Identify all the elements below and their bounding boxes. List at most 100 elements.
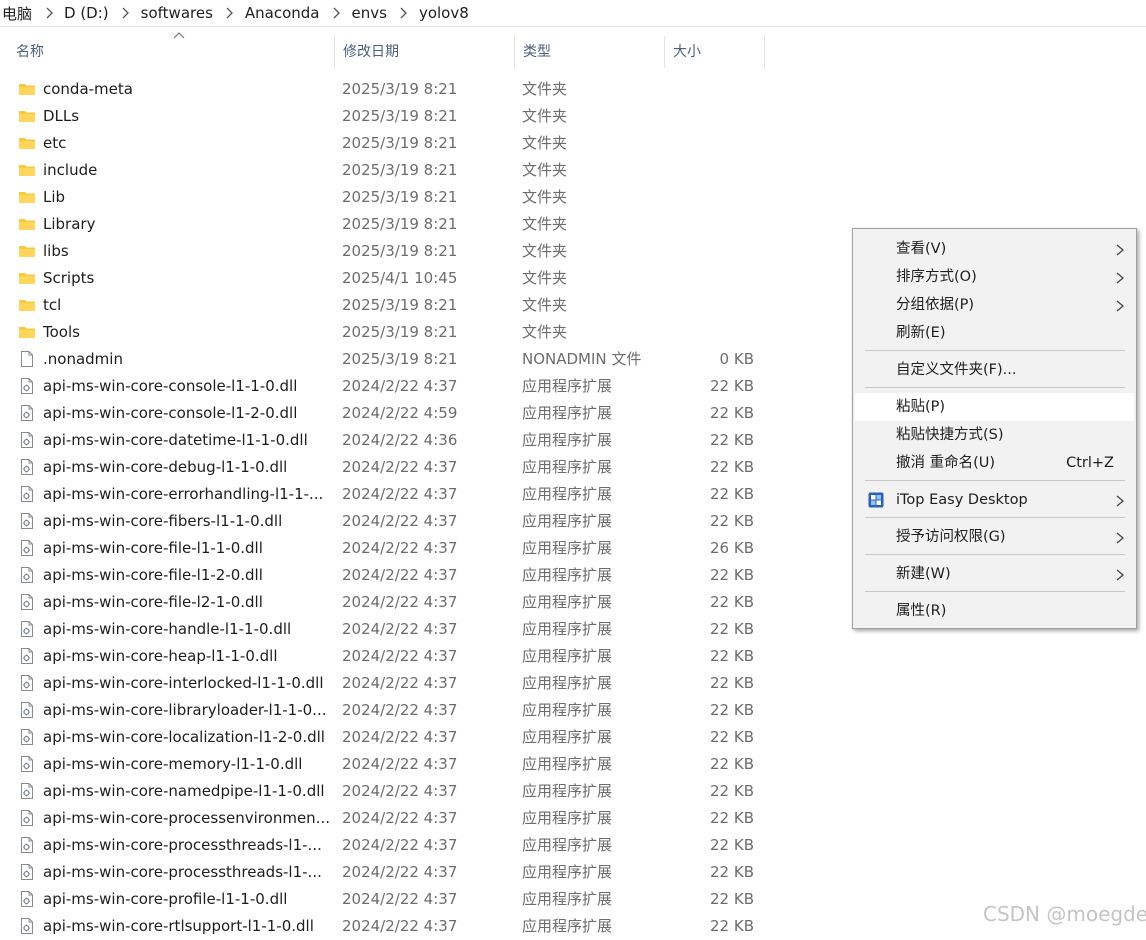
file-modified-date: 2025/3/19 8:21 (342, 323, 458, 341)
file-name: include (43, 161, 98, 179)
menu-item-undo-rename[interactable]: 撤消 重命名(U) Ctrl+Z (855, 449, 1134, 477)
file-row[interactable]: api-ms-win-core-errorhandling-l1-1-... 20… (0, 481, 780, 508)
file-row[interactable]: api-ms-win-core-rtlsupport-l1-1-0.dll 202… (0, 913, 780, 940)
column-header-size[interactable]: 大小 (665, 36, 765, 68)
file-modified-date: 2024/2/22 4:36 (342, 431, 458, 449)
folder-row[interactable]: tcl 2025/3/19 8:21 文件夹 (0, 292, 780, 319)
folder-row[interactable]: libs 2025/3/19 8:21 文件夹 (0, 238, 780, 265)
file-row[interactable]: api-ms-win-core-heap-l1-1-0.dll 2024/2/22… (0, 643, 780, 670)
file-name: api-ms-win-core-processthreads-l1-... (43, 863, 322, 881)
menu-separator (865, 480, 1125, 481)
menu-item-label: 查看(V) (896, 241, 947, 257)
file-row[interactable]: api-ms-win-core-fibers-l1-1-0.dll 2024/2/… (0, 508, 780, 535)
chevron-right-icon (1116, 532, 1124, 544)
file-modified-date: 2025/3/19 8:21 (342, 134, 458, 152)
file-row[interactable]: api-ms-win-core-localization-l1-2-0.dll 2… (0, 724, 780, 751)
file-modified-date: 2024/2/22 4:37 (342, 863, 458, 881)
file-size: 22 KB (710, 377, 754, 395)
folder-icon (19, 300, 35, 311)
file-name: api-ms-win-core-file-l2-1-0.dll (43, 593, 263, 611)
folder-row[interactable]: conda-meta 2025/3/19 8:21 文件夹 (0, 76, 780, 103)
chevron-right-icon[interactable] (391, 0, 417, 26)
menu-item-refresh[interactable]: 刷新(E) (855, 319, 1134, 347)
file-modified-date: 2024/2/22 4:37 (342, 512, 458, 530)
breadcrumb-item-d-drive[interactable]: D (D:) (60, 4, 113, 22)
file-size: 22 KB (710, 890, 754, 908)
file-type: 应用程序扩展 (522, 917, 613, 935)
folder-icon (19, 327, 35, 338)
file-type: 应用程序扩展 (522, 701, 613, 719)
file-type: 应用程序扩展 (522, 647, 613, 665)
file-size: 22 KB (710, 404, 754, 422)
chevron-right-icon[interactable] (113, 0, 139, 26)
menu-separator (865, 517, 1125, 518)
file-row[interactable]: api-ms-win-core-handle-l1-1-0.dll 2024/2/… (0, 616, 780, 643)
file-row[interactable]: api-ms-win-core-processenvironmen... 2024… (0, 805, 780, 832)
file-modified-date: 2024/2/22 4:37 (342, 890, 458, 908)
file-row[interactable]: api-ms-win-core-processthreads-l1-... 202… (0, 832, 780, 859)
column-header-type[interactable]: 类型 (515, 36, 665, 68)
file-row[interactable]: api-ms-win-core-libraryloader-l1-1-0... 2… (0, 697, 780, 724)
file-modified-date: 2024/2/22 4:37 (342, 917, 458, 935)
file-row[interactable]: api-ms-win-core-debug-l1-1-0.dll 2024/2/2… (0, 454, 780, 481)
dll-file-icon (21, 567, 33, 583)
dll-file-icon (21, 783, 33, 799)
folder-row[interactable]: Tools 2025/3/19 8:21 文件夹 (0, 319, 780, 346)
menu-item-paste[interactable]: 粘贴(P) (855, 393, 1134, 421)
folder-row[interactable]: include 2025/3/19 8:21 文件夹 (0, 157, 780, 184)
dll-file-icon (21, 864, 33, 880)
file-icon (21, 351, 33, 367)
file-row[interactable]: api-ms-win-core-memory-l1-1-0.dll 2024/2/… (0, 751, 780, 778)
breadcrumb-item-softwares[interactable]: softwares (137, 4, 217, 22)
menu-item-view[interactable]: 查看(V) (855, 235, 1134, 263)
file-modified-date: 2025/3/19 8:21 (342, 350, 458, 368)
file-row[interactable]: api-ms-win-core-datetime-l1-1-0.dll 2024/… (0, 427, 780, 454)
file-size: 22 KB (710, 593, 754, 611)
file-type: 应用程序扩展 (522, 809, 613, 827)
column-header-name[interactable]: 名称 (8, 32, 335, 68)
breadcrumb[interactable]: 电脑 D (D:) softwares Anaconda envs yolov8 (0, 0, 1146, 27)
breadcrumb-item-envs[interactable]: envs (348, 4, 391, 22)
breadcrumb-item-yolov8[interactable]: yolov8 (415, 4, 473, 22)
folder-icon (19, 246, 35, 257)
folder-icon (19, 84, 35, 95)
file-row[interactable]: .nonadmin 2025/3/19 8:21 NONADMIN 文件 0 KB (0, 346, 780, 373)
file-row[interactable]: api-ms-win-core-namedpipe-l1-1-0.dll 2024… (0, 778, 780, 805)
folder-row[interactable]: Library 2025/3/19 8:21 文件夹 (0, 211, 780, 238)
file-name: api-ms-win-core-memory-l1-1-0.dll (43, 755, 303, 773)
file-row[interactable]: api-ms-win-core-file-l1-2-0.dll 2024/2/22… (0, 562, 780, 589)
breadcrumb-item-this-pc[interactable]: 电脑 (0, 3, 36, 24)
menu-item-paste-shortcut[interactable]: 粘贴快捷方式(S) (855, 421, 1134, 449)
menu-item-group-by[interactable]: 分组依据(P) (855, 291, 1134, 319)
chevron-right-icon[interactable] (324, 0, 350, 26)
file-row[interactable]: api-ms-win-core-processthreads-l1-... 202… (0, 859, 780, 886)
menu-item-itop-easy-desktop[interactable]: iTop Easy Desktop (855, 486, 1134, 514)
file-modified-date: 2024/2/22 4:37 (342, 593, 458, 611)
folder-row[interactable]: Scripts 2025/4/1 10:45 文件夹 (0, 265, 780, 292)
column-header-modified[interactable]: 修改日期 (335, 36, 515, 68)
chevron-right-icon[interactable] (36, 0, 62, 26)
file-type: 应用程序扩展 (522, 728, 613, 746)
menu-item-new[interactable]: 新建(W) (855, 560, 1134, 588)
breadcrumb-item-anaconda[interactable]: Anaconda (241, 4, 324, 22)
file-row[interactable]: api-ms-win-core-profile-l1-1-0.dll 2024/2… (0, 886, 780, 913)
file-type: 应用程序扩展 (522, 566, 613, 584)
menu-item-label: 新建(W) (896, 566, 951, 582)
file-name: .nonadmin (43, 350, 123, 368)
file-type: 应用程序扩展 (522, 620, 613, 638)
folder-row[interactable]: DLLs 2025/3/19 8:21 文件夹 (0, 103, 780, 130)
menu-item-give-access[interactable]: 授予访问权限(G) (855, 523, 1134, 551)
file-row[interactable]: api-ms-win-core-interlocked-l1-1-0.dll 20… (0, 670, 780, 697)
file-row[interactable]: api-ms-win-core-file-l2-1-0.dll 2024/2/22… (0, 589, 780, 616)
chevron-right-icon[interactable] (217, 0, 243, 26)
menu-item-customize-folder[interactable]: 自定义文件夹(F)... (855, 356, 1134, 384)
file-row[interactable]: api-ms-win-core-console-l1-1-0.dll 2024/2… (0, 373, 780, 400)
file-row[interactable]: api-ms-win-core-console-l1-2-0.dll 2024/2… (0, 400, 780, 427)
menu-item-sort-by[interactable]: 排序方式(O) (855, 263, 1134, 291)
file-row[interactable]: api-ms-win-core-file-l1-1-0.dll 2024/2/22… (0, 535, 780, 562)
folder-row[interactable]: Lib 2025/3/19 8:21 文件夹 (0, 184, 780, 211)
file-name: api-ms-win-core-handle-l1-1-0.dll (43, 620, 292, 638)
menu-item-properties[interactable]: 属性(R) (855, 597, 1134, 625)
folder-row[interactable]: etc 2025/3/19 8:21 文件夹 (0, 130, 780, 157)
file-modified-date: 2025/3/19 8:21 (342, 242, 458, 260)
